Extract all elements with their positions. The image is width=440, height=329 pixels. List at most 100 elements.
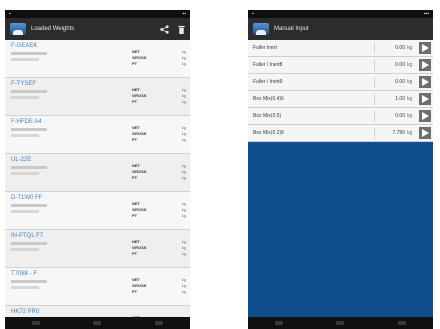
weight-key: PT	[132, 250, 138, 256]
weight-unit: kg	[181, 124, 186, 130]
weight-key: GROSS	[132, 168, 147, 174]
item-detail-line	[11, 204, 47, 207]
share-icon[interactable]	[160, 24, 169, 34]
manual-input-row: Box Mix(0.4)6 1.00 kg	[248, 91, 433, 108]
manual-input-row: Fuller / Inert9 0.00 kg	[248, 74, 433, 91]
weight-unit: kg	[181, 206, 186, 212]
back-icon[interactable]	[31, 321, 40, 325]
weight-input[interactable]: 0.00	[378, 113, 407, 119]
play-icon[interactable]	[419, 127, 431, 139]
list-item[interactable]: IN-PTQL F7 NET kg GROSS kg PT kg	[5, 230, 190, 268]
list-item[interactable]: F-HFDE A4 NET kg GROSS kg PT kg	[5, 116, 190, 154]
unit-label: kg	[407, 79, 413, 85]
home-icon[interactable]	[336, 321, 345, 325]
item-detail-line	[11, 58, 39, 61]
unit-label: kg	[407, 45, 413, 51]
weight-input[interactable]: 0.00	[378, 79, 407, 85]
list-item[interactable]: F-GEAEK NET kg GROSS kg PT kg	[5, 40, 190, 78]
unit-label: kg	[407, 130, 413, 136]
back-icon[interactable]	[274, 321, 283, 325]
item-detail-line	[11, 90, 47, 93]
nav-bar	[248, 317, 433, 329]
item-detail-line	[11, 172, 39, 175]
item-detail-line	[11, 210, 39, 213]
recents-icon[interactable]	[398, 321, 407, 325]
ingredient-name: Fuller / Inert9	[253, 79, 283, 85]
app-logo-icon[interactable]	[10, 23, 26, 35]
item-detail-line	[11, 166, 47, 169]
list-item[interactable]: HK72 PR0NETkgGROSSkgPTkg	[5, 306, 190, 317]
weight-unit: kg	[181, 168, 186, 174]
weight-unit: kg	[181, 244, 186, 250]
delete-icon[interactable]	[178, 25, 185, 34]
play-icon[interactable]	[419, 93, 431, 105]
right-device-screen: ▪ ▪▪▪ Manual Input Fuller Inert 0.00 kg Ful…	[248, 10, 433, 329]
item-detail-line	[11, 96, 39, 99]
item-name: F-TYSEF	[11, 81, 36, 87]
play-icon[interactable]	[419, 42, 431, 54]
weight-input[interactable]: 7.790	[378, 130, 407, 136]
play-icon[interactable]	[419, 76, 431, 88]
ingredient-name: Box Mix(0.5)	[253, 113, 282, 119]
unit-label: kg	[407, 96, 413, 102]
weight-unit: kg	[181, 98, 186, 104]
weight-unit: kg	[181, 54, 186, 60]
item-detail-line	[11, 242, 47, 245]
signal-icon: ▪	[252, 11, 254, 17]
divider	[374, 127, 375, 139]
status-icons: ▪▪▪	[423, 11, 429, 17]
weight-input[interactable]: 1.00	[378, 96, 407, 102]
weight-key: GROSS	[132, 54, 147, 60]
list-item[interactable]: T7088 - F NET kg GROSS kg PT kg	[5, 268, 190, 306]
ingredient-name: Box Mix(0.4)6	[253, 96, 284, 102]
weight-key: GROSS	[132, 282, 147, 288]
weight-key: PT	[132, 60, 138, 66]
action-bar: Loaded Weights	[5, 18, 190, 40]
weight-input[interactable]: 0.00	[378, 62, 407, 68]
item-name: F-HFDE A4	[11, 119, 42, 125]
item-name: F-GEAEK	[11, 43, 38, 49]
divider	[374, 59, 375, 71]
divider	[374, 110, 375, 122]
weight-unit: kg	[181, 212, 186, 218]
weight-key: GROSS	[132, 206, 147, 212]
app-logo-icon[interactable]	[253, 23, 269, 35]
unit-label: kg	[407, 113, 413, 119]
weight-key: PT	[132, 174, 138, 180]
item-name: HK72 PR0	[11, 309, 40, 315]
weight-input[interactable]: 0.00	[378, 45, 407, 51]
weight-unit: kg	[181, 130, 186, 136]
weight-key: PT	[132, 212, 138, 218]
weight-unit: kg	[181, 174, 186, 180]
list-item[interactable]: D-T1W0 FF NET kg GROSS kg PT kg	[5, 192, 190, 230]
weight-unit: kg	[181, 136, 186, 142]
recents-icon[interactable]	[155, 321, 164, 325]
list-item[interactable]: UL-22E NET kg GROSS kg PT kg	[5, 154, 190, 192]
ingredient-name: Fuller / Inert8	[253, 62, 283, 68]
weight-key: NET	[132, 162, 140, 168]
weight-key: PT	[132, 288, 138, 294]
divider	[374, 42, 375, 54]
item-detail-line	[11, 128, 47, 131]
weight-unit: kg	[181, 162, 186, 168]
item-detail-line	[11, 280, 47, 283]
weight-unit: kg	[181, 60, 186, 66]
play-icon[interactable]	[419, 59, 431, 71]
status-bar: ▪ ▪▪▪	[248, 10, 433, 18]
weight-key: GROSS	[132, 130, 147, 136]
left-device-screen: ▪ ▪▪ Loaded Weights F-GEAEK NET kg GROSS kg P…	[5, 10, 190, 329]
weights-list[interactable]: F-GEAEK NET kg GROSS kg PT kg F-TYSEF NET kg GROSS…	[5, 40, 190, 317]
weight-unit: kg	[181, 200, 186, 206]
unit-label: kg	[407, 62, 413, 68]
nav-bar	[5, 317, 190, 329]
screen-title: Manual Input	[274, 26, 309, 32]
play-icon[interactable]	[419, 110, 431, 122]
status-icons: ▪▪	[182, 11, 186, 17]
list-item[interactable]: F-TYSEF NET kg GROSS kg PT kg	[5, 78, 190, 116]
weight-unit: kg	[181, 48, 186, 54]
manual-input-list: Fuller Inert 0.00 kg Fuller / Inert8 0.00 kg F…	[248, 40, 433, 317]
item-name: T7088 - F	[11, 271, 38, 277]
item-name: IN-PTQL F7	[11, 233, 44, 239]
item-name: D-T1W0 FF	[11, 195, 43, 201]
home-icon[interactable]	[93, 321, 102, 325]
